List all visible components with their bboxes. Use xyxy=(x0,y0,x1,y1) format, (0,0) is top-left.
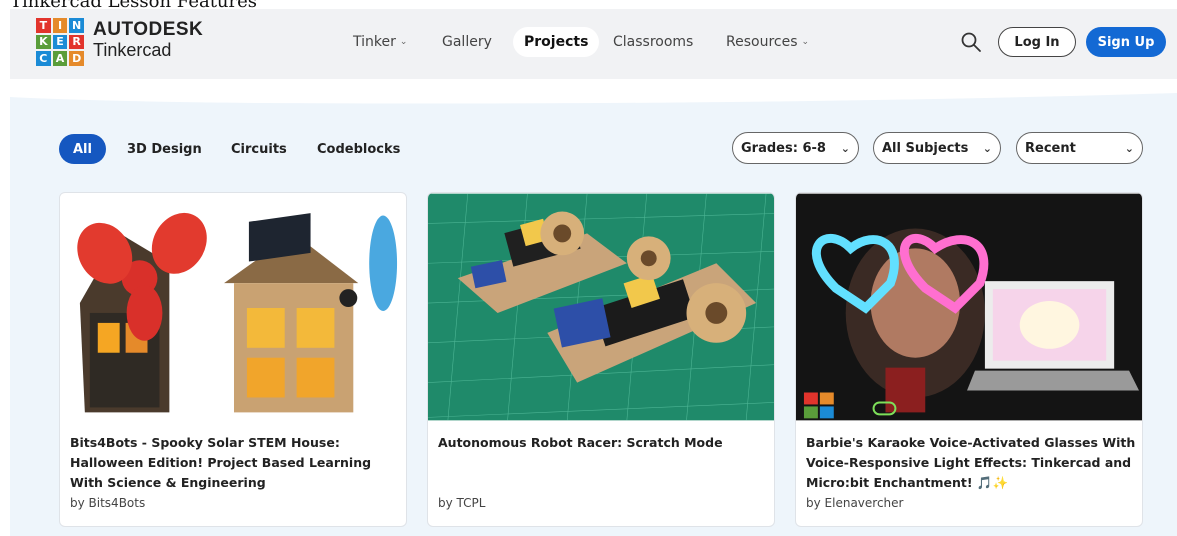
nav-item-gallery[interactable]: Gallery xyxy=(431,27,503,57)
sort-select[interactable]: Recent ⌄ xyxy=(1016,132,1143,164)
nav-item-label: Gallery xyxy=(442,34,492,50)
project-card[interactable]: Barbie's Karaoke Voice-Activated Glasses… xyxy=(795,192,1143,527)
project-thumbnail[interactable] xyxy=(796,193,1142,421)
project-title[interactable]: Autonomous Robot Racer: Scratch Mode xyxy=(438,433,768,453)
filter-circuits[interactable]: Circuits xyxy=(217,134,301,164)
project-author[interactable]: by Elenavercher xyxy=(806,496,903,510)
logo-letter: C xyxy=(36,51,51,66)
header-decoration xyxy=(10,79,1177,104)
filter-all[interactable]: All xyxy=(59,134,106,164)
chevron-down-icon: ⌄ xyxy=(801,37,810,47)
project-title[interactable]: Bits4Bots - Spooky Solar STEM House: Hal… xyxy=(70,433,400,493)
nav-item-resources[interactable]: Resources ⌄ xyxy=(715,27,820,57)
signup-button[interactable]: Sign Up xyxy=(1086,27,1166,57)
project-card[interactable]: Autonomous Robot Racer: Scratch Mode by … xyxy=(427,192,775,527)
project-author[interactable]: by TCPL xyxy=(438,496,485,510)
filter-codeblocks[interactable]: Codeblocks xyxy=(303,134,414,164)
logo-letter: R xyxy=(69,34,84,50)
top-navbar: T I N K E R C A D AUTODESK Tinkercad Tin… xyxy=(10,9,1177,79)
chevron-down-icon: ⌄ xyxy=(840,141,850,155)
project-card[interactable]: Bits4Bots - Spooky Solar STEM House: Hal… xyxy=(59,192,407,527)
sort-select-value: Recent xyxy=(1025,140,1076,156)
tinkercad-logo[interactable]: T I N K E R C A D xyxy=(36,18,84,66)
chevron-down-icon: ⌄ xyxy=(1124,141,1134,155)
nav-item-tinker[interactable]: Tinker ⌄ xyxy=(342,27,418,57)
nav-item-label: Projects xyxy=(524,34,589,50)
login-button[interactable]: Log In xyxy=(998,27,1076,57)
grades-select-value: Grades: 6-8 xyxy=(741,140,826,156)
nav-item-label: Tinker xyxy=(353,34,396,50)
subjects-select-value: All Subjects xyxy=(882,140,969,156)
logo-letter: N xyxy=(69,18,84,33)
nav-item-classrooms[interactable]: Classrooms xyxy=(602,27,704,57)
logo-letter: D xyxy=(69,51,84,66)
brand-line-tinkercad: Tinkercad xyxy=(93,40,172,60)
logo-letter: E xyxy=(52,34,68,50)
project-thumbnail[interactable] xyxy=(428,193,774,421)
brand-name[interactable]: AUTODESK Tinkercad xyxy=(93,19,204,61)
chevron-down-icon: ⌄ xyxy=(399,37,408,47)
project-author[interactable]: by Bits4Bots xyxy=(70,496,145,510)
projects-gallery: All 3D Design Circuits Codeblocks Grades… xyxy=(10,79,1177,536)
logo-letter: A xyxy=(52,51,68,66)
project-thumbnail[interactable] xyxy=(60,193,406,421)
project-title[interactable]: Barbie's Karaoke Voice-Activated Glasses… xyxy=(806,433,1136,493)
nav-item-label: Classrooms xyxy=(613,34,694,50)
search-icon[interactable] xyxy=(960,31,982,53)
nav-item-label: Resources xyxy=(726,34,798,50)
chevron-down-icon: ⌄ xyxy=(982,141,992,155)
logo-letter: K xyxy=(36,34,51,50)
subjects-select[interactable]: All Subjects ⌄ xyxy=(873,132,1001,164)
nav-item-projects[interactable]: Projects xyxy=(513,27,600,57)
brand-line-autodesk: AUTODESK xyxy=(93,19,204,40)
logo-letter: T xyxy=(36,18,51,33)
filter-3d-design[interactable]: 3D Design xyxy=(113,134,216,164)
logo-letter: I xyxy=(52,18,68,33)
grades-select[interactable]: Grades: 6-8 ⌄ xyxy=(732,132,859,164)
